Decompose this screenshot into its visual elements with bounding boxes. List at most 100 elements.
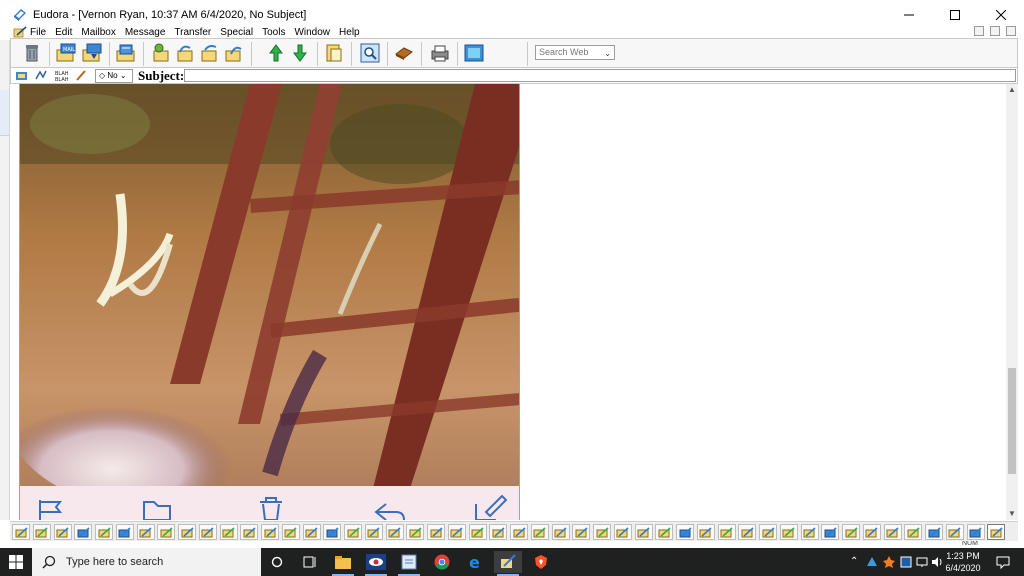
message-window-tab[interactable]: [344, 524, 362, 540]
menu-special[interactable]: Special: [220, 27, 253, 38]
edge-button[interactable]: e: [461, 551, 489, 573]
message-window-tab[interactable]: [738, 524, 757, 540]
cortana-button[interactable]: [263, 551, 291, 573]
message-window-tab[interactable]: [364, 524, 383, 540]
search-web-combo[interactable]: Search Web ⌄: [535, 45, 615, 60]
menu-file[interactable]: File: [30, 27, 46, 38]
menu-mailbox[interactable]: Mailbox: [81, 27, 115, 38]
scroll-down-icon[interactable]: ▼: [1006, 508, 1018, 520]
redirect-icon[interactable]: [223, 42, 245, 64]
message-window-tab[interactable]: [468, 524, 487, 540]
tray-overflow-icon[interactable]: ⌃: [850, 556, 858, 567]
trash-icon[interactable]: [21, 42, 43, 64]
message-window-tab[interactable]: [115, 524, 134, 540]
message-window-tab[interactable]: [510, 524, 528, 540]
network-app-icon[interactable]: [866, 556, 878, 568]
menu-edit[interactable]: Edit: [55, 27, 72, 38]
next-message-icon[interactable]: [265, 42, 287, 64]
message-window-tab[interactable]: [489, 524, 508, 540]
reply-all-icon[interactable]: [175, 42, 197, 64]
mdi-minimize-button[interactable]: [974, 26, 984, 36]
message-window-tab[interactable]: [95, 524, 113, 540]
message-window-tab[interactable]: [862, 524, 881, 540]
forward-icon[interactable]: [199, 42, 221, 64]
message-window-tab[interactable]: [945, 524, 964, 540]
find-icon[interactable]: [359, 42, 381, 64]
address-book-icon[interactable]: [393, 42, 415, 64]
security-tray-icon[interactable]: [900, 556, 912, 568]
menu-message[interactable]: Message: [125, 27, 166, 38]
message-window-tab[interactable]: [925, 524, 943, 540]
message-window-tab[interactable]: [613, 524, 632, 540]
message-window-tab[interactable]: [779, 524, 798, 540]
notepad-button[interactable]: [395, 551, 423, 576]
message-window-tab[interactable]: [74, 524, 93, 540]
message-window-tab[interactable]: [178, 524, 196, 540]
reply-icon[interactable]: [151, 42, 173, 64]
compose-icon[interactable]: [115, 42, 137, 64]
mdi-close-button[interactable]: [1006, 26, 1016, 36]
pencil-icon[interactable]: [74, 69, 88, 82]
menu-transfer[interactable]: Transfer: [174, 27, 211, 38]
chrome-button[interactable]: [428, 551, 456, 573]
message-window-tab[interactable]: [696, 524, 715, 540]
message-window-tab[interactable]: [240, 524, 259, 540]
taskbar-search[interactable]: Type here to search: [32, 548, 261, 576]
check-mail-icon[interactable]: MAIL: [55, 42, 77, 64]
signature-icon[interactable]: [15, 69, 29, 82]
avast-icon[interactable]: [883, 556, 895, 568]
message-window-tab[interactable]: [800, 524, 819, 540]
message-window-tab[interactable]: [281, 524, 300, 540]
quote-icon[interactable]: [34, 69, 48, 82]
file-explorer-button[interactable]: [329, 551, 357, 576]
message-window-tab[interactable]: [655, 524, 674, 540]
message-window-tab[interactable]: [385, 524, 404, 540]
message-window-tab[interactable]: [593, 524, 611, 540]
message-window-tab[interactable]: [821, 524, 840, 540]
blah-icon[interactable]: BLAH BLAH: [55, 69, 69, 82]
message-window-tab[interactable]: [842, 524, 860, 540]
menu-help[interactable]: Help: [339, 27, 360, 38]
brave-button[interactable]: [527, 551, 555, 573]
message-window-tab[interactable]: [634, 524, 653, 540]
message-window-tab[interactable]: [987, 524, 1006, 540]
message-window-tab[interactable]: [323, 524, 342, 540]
priority-select[interactable]: ◇ No ⌄: [95, 69, 133, 83]
message-window-tab[interactable]: [717, 524, 736, 540]
message-window-tab[interactable]: [759, 524, 777, 540]
previous-message-icon[interactable]: [289, 42, 311, 64]
scroll-thumb[interactable]: [1008, 368, 1016, 474]
task-view-button[interactable]: [296, 551, 324, 573]
scroll-up-icon[interactable]: ▲: [1006, 84, 1018, 96]
message-window-tab[interactable]: [530, 524, 549, 540]
message-window-tab[interactable]: [551, 524, 570, 540]
message-window-tab[interactable]: [136, 524, 155, 540]
message-window-tab[interactable]: [883, 524, 902, 540]
notifications-icon[interactable]: [996, 556, 1010, 569]
message-window-tab[interactable]: [572, 524, 591, 540]
message-window-tab[interactable]: [966, 524, 985, 540]
message-window-tab[interactable]: [261, 524, 279, 540]
print-icon[interactable]: [429, 42, 451, 64]
message-window-tab[interactable]: [198, 524, 217, 540]
message-window-tab[interactable]: [12, 524, 30, 540]
taskbar-clock[interactable]: 1:23 PM 6/4/2020: [941, 550, 985, 574]
message-window-tab[interactable]: [53, 524, 72, 540]
message-window-tab[interactable]: [406, 524, 425, 540]
message-window-tab[interactable]: [302, 524, 321, 540]
display-tray-icon[interactable]: [916, 556, 928, 568]
message-window-tab[interactable]: [447, 524, 466, 540]
message-window-tab[interactable]: [157, 524, 176, 540]
message-window-tab[interactable]: [427, 524, 445, 540]
message-window-tab[interactable]: [219, 524, 238, 540]
start-button[interactable]: [0, 548, 32, 576]
attach-icon[interactable]: [323, 42, 345, 64]
subject-field[interactable]: [184, 69, 1016, 82]
message-window-tab[interactable]: [32, 524, 51, 540]
eye-app-button[interactable]: [362, 551, 390, 576]
eudora-taskbar-button[interactable]: [494, 551, 522, 576]
mdi-restore-button[interactable]: [990, 26, 1000, 36]
help-icon[interactable]: [463, 42, 485, 64]
message-window-tab[interactable]: [904, 524, 923, 540]
menu-window[interactable]: Window: [294, 27, 330, 38]
